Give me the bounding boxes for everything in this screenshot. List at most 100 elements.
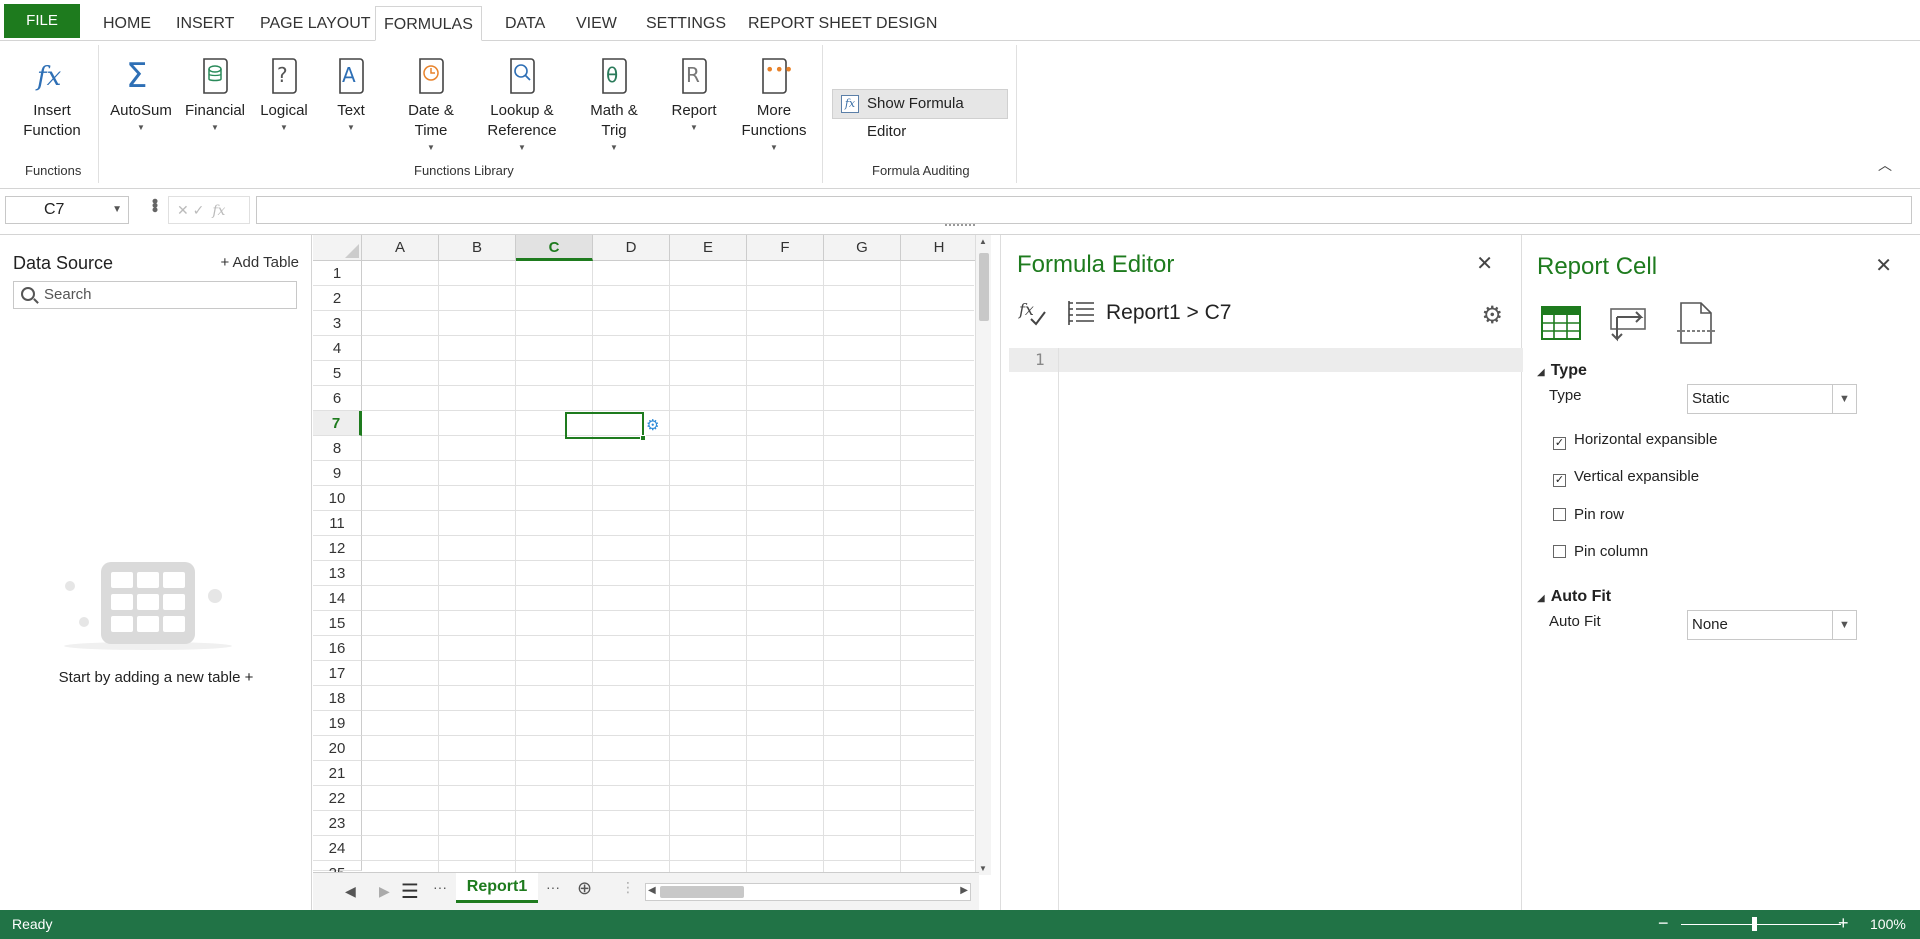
pin-column-checkbox[interactable]: Pin column (1553, 543, 1648, 560)
column-header-g[interactable]: G (824, 235, 901, 261)
horizontal-scrollbar[interactable]: ◀ ▶ (645, 883, 971, 901)
financial-button[interactable]: Financial ▼ (182, 55, 248, 133)
name-box[interactable]: C7 ▼ (5, 196, 129, 224)
row-header-10[interactable]: 10 (313, 486, 362, 511)
report-button[interactable]: R Report ▼ (664, 55, 724, 133)
tab-settings[interactable]: SETTINGS (638, 6, 734, 41)
type-select[interactable]: Static ▼ (1687, 384, 1857, 414)
row-header-6[interactable]: 6 (313, 386, 362, 411)
scroll-up-icon[interactable]: ▲ (979, 237, 987, 246)
table-grid-icon[interactable] (1539, 301, 1585, 345)
row-header-5[interactable]: 5 (313, 361, 362, 386)
row-header-22[interactable]: 22 (313, 786, 362, 811)
code-editor[interactable]: 1 (1009, 348, 1523, 910)
tab-page-layout[interactable]: PAGE LAYOUT (252, 6, 379, 41)
row-header-24[interactable]: 24 (313, 836, 362, 861)
start-adding-table-link[interactable]: Start by adding a new table + (0, 669, 312, 686)
cell-settings-gear-icon[interactable]: ⚙ (646, 416, 659, 434)
fx-check-icon[interactable]: fx (1017, 297, 1049, 329)
scroll-thumb[interactable] (660, 886, 744, 898)
vertical-scrollbar[interactable]: ▲ ▼ (975, 235, 991, 875)
row-header-13[interactable]: 13 (313, 561, 362, 586)
collapse-ribbon-icon[interactable]: ︿ (1878, 155, 1892, 175)
zoom-slider-thumb[interactable] (1752, 917, 1757, 931)
column-header-d[interactable]: D (593, 235, 670, 261)
insert-function-button[interactable]: fx Insert Function (18, 55, 86, 141)
add-sheet-icon[interactable]: ⊕ (577, 878, 592, 899)
expand-direction-icon[interactable] (1605, 301, 1651, 345)
scroll-thumb[interactable] (979, 253, 989, 321)
more-sheets-icon[interactable]: ··· (433, 879, 447, 895)
resize-handle[interactable] (945, 224, 975, 228)
tab-view[interactable]: VIEW (568, 6, 625, 41)
tab-data[interactable]: DATA (497, 6, 553, 41)
row-header-9[interactable]: 9 (313, 461, 362, 486)
row-header-1[interactable]: 1 (313, 261, 362, 286)
column-header-b[interactable]: B (439, 235, 516, 261)
autofit-select[interactable]: None ▼ (1687, 610, 1857, 640)
row-header-14[interactable]: 14 (313, 586, 362, 611)
close-icon[interactable]: ✕ (1875, 253, 1892, 278)
gear-icon[interactable]: ⚙ (1481, 301, 1503, 330)
row-header-25[interactable]: 25 (313, 861, 362, 882)
next-sheet-icon[interactable]: ▶ (379, 883, 390, 900)
tab-formulas[interactable]: FORMULAS (375, 6, 482, 41)
column-header-f[interactable]: F (747, 235, 824, 261)
column-header-c[interactable]: C (516, 235, 593, 261)
type-section-header[interactable]: ◢ Type (1537, 362, 1587, 380)
select-all-corner[interactable] (313, 235, 362, 261)
page-break-icon[interactable] (1673, 301, 1719, 345)
add-table-button[interactable]: + Add Table (220, 254, 299, 271)
prev-sheet-icon[interactable]: ◀ (345, 883, 356, 900)
search-input[interactable]: Search (13, 281, 297, 309)
row-header-18[interactable]: 18 (313, 686, 362, 711)
cell-grid[interactable]: ⚙ (362, 261, 974, 872)
row-header-4[interactable]: 4 (313, 336, 362, 361)
row-header-7[interactable]: 7 (313, 411, 362, 436)
pin-row-checkbox[interactable]: Pin row (1553, 506, 1624, 523)
sheet-tab-report1[interactable]: Report1 (456, 873, 538, 903)
row-header-21[interactable]: 21 (313, 761, 362, 786)
autofit-section-header[interactable]: ◢ Auto Fit (1537, 588, 1611, 606)
column-header-h[interactable]: H (901, 235, 978, 261)
row-header-20[interactable]: 20 (313, 736, 362, 761)
row-header-2[interactable]: 2 (313, 286, 362, 311)
row-header-19[interactable]: 19 (313, 711, 362, 736)
list-icon[interactable] (1065, 297, 1097, 329)
row-header-12[interactable]: 12 (313, 536, 362, 561)
lookup-reference-button[interactable]: Lookup & Reference ▼ (480, 55, 564, 153)
row-header-11[interactable]: 11 (313, 511, 362, 536)
row-header-8[interactable]: 8 (313, 436, 362, 461)
sheet-list-icon[interactable]: ☰ (401, 879, 419, 904)
row-header-17[interactable]: 17 (313, 661, 362, 686)
close-icon[interactable]: ✕ (1476, 251, 1493, 276)
vertical-expansible-checkbox[interactable]: ✓ Vertical expansible (1553, 468, 1699, 487)
column-header-e[interactable]: E (670, 235, 747, 261)
row-header-3[interactable]: 3 (313, 311, 362, 336)
show-formula-editor-button[interactable]: fx Show Formula Editor (832, 89, 1008, 140)
scroll-right-icon[interactable]: ▶ (960, 885, 968, 896)
row-header-15[interactable]: 15 (313, 611, 362, 636)
scroll-left-icon[interactable]: ◀ (648, 885, 656, 896)
logical-button[interactable]: ? Logical ▼ (254, 55, 314, 133)
math-trig-button[interactable]: θ Math & Trig ▼ (582, 55, 646, 153)
more-options-icon[interactable]: ••• (144, 198, 165, 211)
active-cell[interactable] (565, 412, 646, 441)
zoom-in-icon[interactable]: + (1838, 913, 1849, 934)
horizontal-expansible-checkbox[interactable]: ✓ Horizontal expansible (1553, 431, 1717, 450)
date-time-button[interactable]: Date & Time ▼ (396, 55, 466, 153)
formula-input[interactable] (256, 196, 1912, 224)
more-icon[interactable]: ··· (546, 879, 560, 895)
splitter-icon[interactable]: ⋮ (621, 879, 635, 896)
row-header-23[interactable]: 23 (313, 811, 362, 836)
tab-report-sheet-design[interactable]: REPORT SHEET DESIGN (740, 6, 945, 41)
zoom-slider[interactable] (1681, 924, 1841, 925)
more-functions-button[interactable]: ••• More Functions ▼ (738, 55, 810, 153)
scroll-down-icon[interactable]: ▼ (979, 864, 987, 873)
column-header-a[interactable]: A (362, 235, 439, 261)
text-button[interactable]: A Text ▼ (323, 55, 379, 133)
zoom-out-icon[interactable]: − (1658, 913, 1669, 934)
tab-home[interactable]: HOME (95, 6, 159, 41)
row-header-16[interactable]: 16 (313, 636, 362, 661)
tab-file[interactable]: FILE (4, 4, 80, 38)
